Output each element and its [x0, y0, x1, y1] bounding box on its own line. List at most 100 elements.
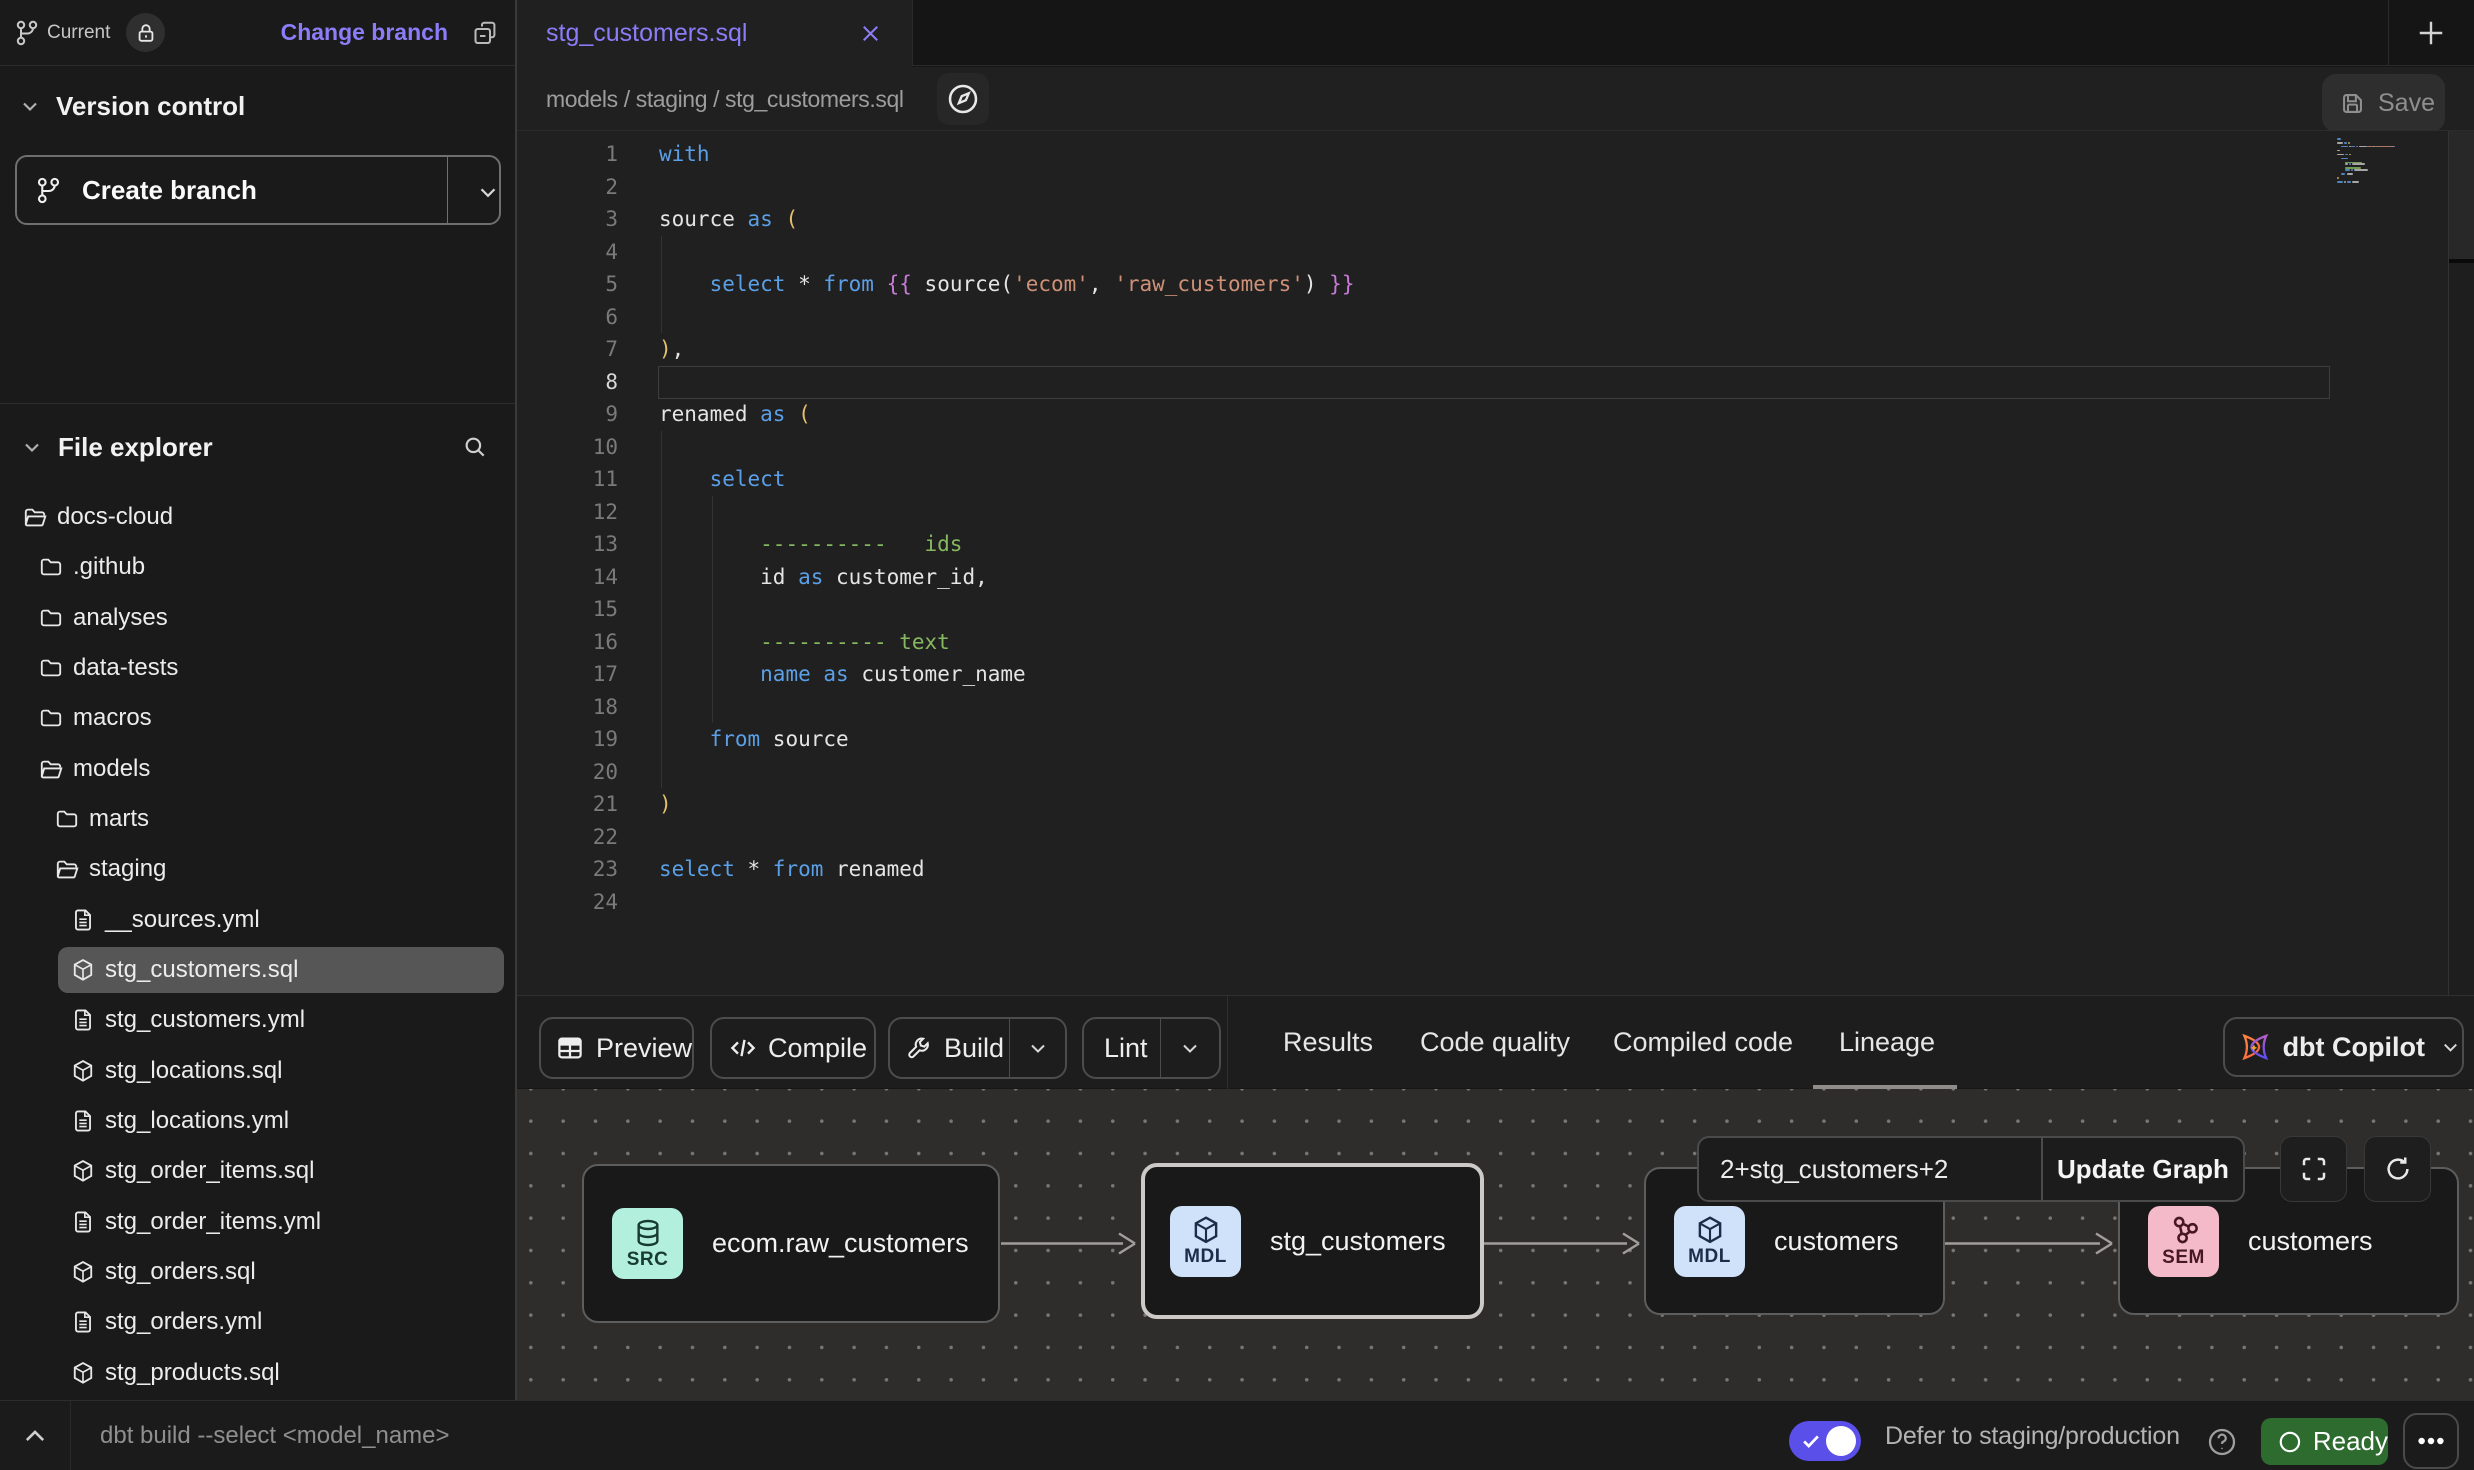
results-tab-compiled-code[interactable]: Compiled code [1613, 996, 1793, 1089]
code-text: ) [659, 788, 672, 821]
file-tree-item-staging[interactable]: staging [0, 844, 516, 894]
file-tree-item--sources-yml[interactable]: __sources.yml [0, 895, 516, 945]
tab-stg-customers[interactable]: stg_customers.sql [517, 0, 912, 67]
version-control-header[interactable]: Version control [18, 90, 245, 122]
file-doc-icon [70, 1108, 96, 1134]
create-branch-button[interactable]: Create branch [15, 155, 501, 225]
line-number[interactable]: 5 [517, 268, 618, 301]
code-editor[interactable]: 1with23source as (45 select * from {{ so… [517, 131, 2474, 995]
defer-help-button[interactable] [2206, 1426, 2238, 1458]
build-button[interactable]: Build [890, 1019, 1009, 1077]
save-icon [2339, 90, 2366, 117]
lineage-node-ecom-raw-customers-src[interactable]: SRCecom.raw_customers [582, 1164, 1000, 1323]
file-tree-item--github[interactable]: .github [0, 542, 516, 592]
file-tree-item-stg-customers-sql[interactable]: stg_customers.sql [0, 945, 516, 995]
minimap-line [2337, 177, 2339, 179]
line-number[interactable]: 8 [517, 366, 618, 399]
results-tab-code-quality[interactable]: Code quality [1420, 996, 1570, 1089]
preview-button[interactable]: Preview [539, 1017, 694, 1079]
file-tree-item-stg-order-items-yml[interactable]: stg_order_items.yml [0, 1197, 516, 1247]
results-tab-results[interactable]: Results [1283, 996, 1373, 1089]
line-number[interactable]: 24 [517, 886, 618, 919]
git-branch-icon [37, 176, 60, 205]
line-number[interactable]: 17 [517, 658, 618, 691]
line-number[interactable]: 12 [517, 496, 618, 529]
code-line-22: 22 [517, 821, 2448, 854]
code-token-kw: as [798, 565, 823, 589]
file-tree-item-stg-order-items-sql[interactable]: stg_order_items.sql [0, 1146, 516, 1196]
command-panel-expand-button[interactable] [21, 1424, 49, 1448]
lint-button[interactable]: Lint [1084, 1019, 1160, 1077]
line-number[interactable]: 11 [517, 463, 618, 496]
dbt-copilot-button[interactable]: dbt Copilot [2223, 1017, 2464, 1077]
lint-button-group: Lint [1082, 1017, 1221, 1079]
line-number[interactable]: 16 [517, 626, 618, 659]
file-search-button[interactable] [462, 434, 488, 460]
copilot-file-button[interactable] [937, 73, 989, 125]
compile-button[interactable]: Compile [710, 1017, 876, 1079]
line-number[interactable]: 23 [517, 853, 618, 886]
file-tree-item-stg-orders-sql[interactable]: stg_orders.sql [0, 1247, 516, 1297]
line-number[interactable]: 2 [517, 171, 618, 204]
save-button[interactable]: Save [2322, 74, 2445, 132]
file-tree-item-macros[interactable]: macros [0, 693, 516, 743]
line-number[interactable]: 19 [517, 723, 618, 756]
file-tree-item-docs-cloud[interactable]: docs-cloud [0, 492, 516, 542]
line-number[interactable]: 9 [517, 398, 618, 431]
lineage-panel[interactable]: SRCecom.raw_customersMDLstg_customersMDL… [517, 1089, 2474, 1400]
new-tab-button[interactable] [2413, 15, 2449, 51]
line-number[interactable]: 18 [517, 691, 618, 724]
lineage-refresh-button[interactable] [2364, 1136, 2431, 1202]
build-options-button[interactable] [1010, 1036, 1065, 1060]
update-graph-button[interactable]: Update Graph [2043, 1136, 2245, 1202]
file-explorer-header[interactable]: File explorer [20, 431, 502, 463]
code-line-2: 2 [517, 171, 2448, 204]
code-lines: 1with23source as (45 select * from {{ so… [517, 138, 2448, 918]
preview-label: Preview [596, 1033, 692, 1064]
lineage-selector-input[interactable]: 2+stg_customers+2 [1697, 1136, 2043, 1202]
file-tree-label: stg_customers.sql [105, 956, 298, 984]
command-input[interactable]: dbt build --select <model_name> [100, 1401, 450, 1470]
results-tab-lineage[interactable]: Lineage [1839, 996, 1935, 1089]
line-number[interactable]: 10 [517, 431, 618, 464]
line-number[interactable]: 22 [517, 821, 618, 854]
create-branch-menu[interactable] [475, 179, 501, 205]
file-tree-label: docs-cloud [57, 503, 173, 531]
change-branch-link[interactable]: Change branch [281, 19, 448, 46]
check-icon [1800, 1430, 1822, 1452]
file-tree-item-marts[interactable]: marts [0, 794, 516, 844]
line-number[interactable]: 14 [517, 561, 618, 594]
line-number[interactable]: 15 [517, 593, 618, 626]
copy-icon[interactable] [471, 18, 499, 48]
line-number[interactable]: 1 [517, 138, 618, 171]
defer-toggle[interactable] [1789, 1421, 1861, 1461]
code-token-pl: source( [912, 272, 1013, 296]
file-tree-item-stg-customers-yml[interactable]: stg_customers.yml [0, 995, 516, 1045]
line-number[interactable]: 21 [517, 788, 618, 821]
line-number[interactable]: 6 [517, 301, 618, 334]
code-token-pl [659, 272, 710, 296]
file-tree-item-stg-locations-sql[interactable]: stg_locations.sql [0, 1046, 516, 1096]
minimap-line [2337, 181, 2343, 183]
code-token-kw: from [773, 857, 824, 881]
status-badge[interactable]: Ready [2261, 1418, 2388, 1465]
tab-close-button[interactable] [857, 20, 884, 47]
line-number[interactable]: 7 [517, 333, 618, 366]
scrollbar-thumb[interactable] [2449, 131, 2474, 259]
lint-options-button[interactable] [1161, 1036, 1219, 1060]
chevron-up-icon [21, 1424, 49, 1448]
code-token-pl [659, 727, 710, 751]
lineage-node-stg-customers-mdl[interactable]: MDLstg_customers [1141, 1163, 1484, 1319]
more-options-button[interactable] [2403, 1413, 2459, 1469]
line-number[interactable]: 20 [517, 756, 618, 789]
file-tree-item-stg-locations-yml[interactable]: stg_locations.yml [0, 1096, 516, 1146]
line-number[interactable]: 4 [517, 236, 618, 269]
file-tree-item-stg-orders-yml[interactable]: stg_orders.yml [0, 1297, 516, 1347]
file-tree-item-stg-products-sql[interactable]: stg_products.sql [0, 1348, 516, 1398]
file-tree-item-models[interactable]: models [0, 744, 516, 794]
file-tree-item-analyses[interactable]: analyses [0, 593, 516, 643]
line-number[interactable]: 3 [517, 203, 618, 236]
file-tree-item-data-tests[interactable]: data-tests [0, 643, 516, 693]
lineage-fullscreen-button[interactable] [2280, 1136, 2347, 1202]
line-number[interactable]: 13 [517, 528, 618, 561]
